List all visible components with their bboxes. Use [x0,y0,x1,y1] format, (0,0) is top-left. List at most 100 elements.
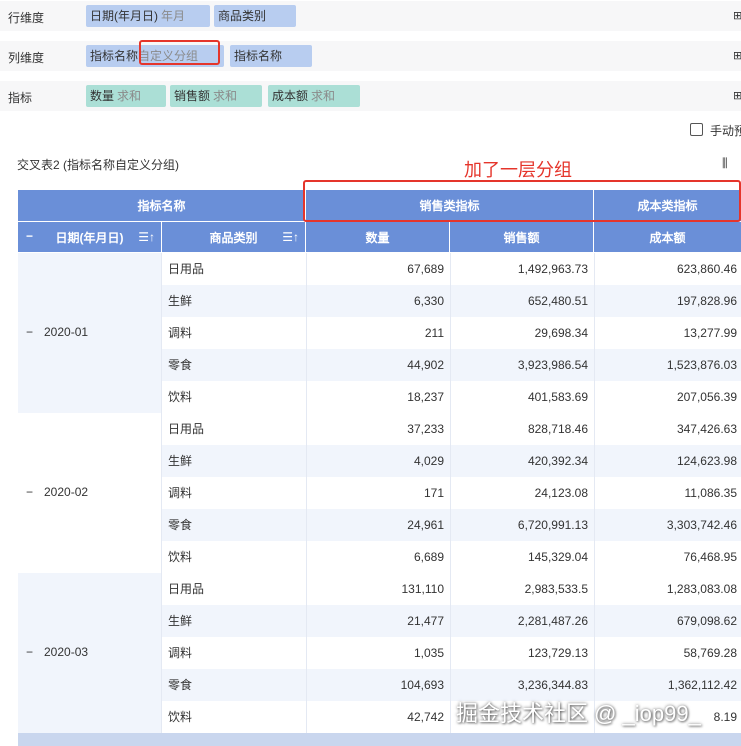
column-divider [594,381,595,413]
qty-cell: 104,693 [400,678,444,692]
qty-cell: 24,961 [407,518,444,532]
table-row[interactable]: 调料 171 24,123.08 11,086.35 [162,477,741,509]
table-menu-icon[interactable]: ⫼ [722,156,727,171]
qty-cell: 42,742 [407,710,444,724]
table-row[interactable]: 生鲜 4,029 420,392.34 124,623.98 [162,445,741,477]
category-cell: 生鲜 [168,614,193,628]
sales-cell: 2,281,487.26 [517,614,588,628]
header-date[interactable]: − 日期(年月日) ☰↑ [18,222,162,253]
cost-cell: 76,468.95 [683,550,737,564]
sales-cell: 123,729.13 [527,646,588,660]
table-row[interactable]: 生鲜 6,330 652,480.51 197,828.96 [162,285,741,317]
column-divider [306,477,307,509]
column-divider [594,477,595,509]
column-divider [594,317,595,349]
column-divider [306,573,307,605]
date-group-label[interactable]: 2020-01 [44,325,88,339]
category-cell: 生鲜 [168,294,193,308]
sales-cell: 6,720,991.13 [517,518,588,532]
table-footer-bar [18,733,741,746]
sales-cell: 420,392.34 [527,454,588,468]
category-cell: 日用品 [168,422,205,436]
table-row[interactable]: 饮料 6,689 145,329.04 76,468.95 [162,541,741,573]
table-row[interactable]: 日用品 67,689 1,492,963.73 623,860.46 [162,253,741,285]
column-dimension-bar: 列维度 指标名称自定义分组 指标名称 ⊞ [0,41,741,71]
table-row[interactable]: 日用品 37,233 828,718.46 347,426.63 [162,413,741,445]
row-dim-edge-icon[interactable]: ⊞ [733,9,741,22]
table-row[interactable]: 饮料 18,237 401,583.69 207,056.39 [162,381,741,413]
cost-cell: 679,098.62 [676,614,737,628]
indicator-pill-sales[interactable]: 销售额 求和 [170,85,262,107]
qty-cell: 211 [424,326,444,340]
column-divider [306,349,307,381]
column-divider [450,701,451,733]
cost-cell: 11,086.35 [684,486,738,500]
sort-icon[interactable]: ☰↑ [282,230,299,244]
cost-cell: 58,769.28 [683,646,737,660]
column-divider [450,445,451,477]
sales-cell: 828,718.46 [527,422,588,436]
table-title: 交叉表2 (指标名称自定义分组) [17,158,180,172]
table-row[interactable]: 日用品 131,110 2,983,533.5 1,283,083.08 [162,573,741,605]
table-row[interactable]: 调料 1,035 123,729.13 58,769.28 [162,637,741,669]
column-divider [594,413,595,445]
column-divider [306,317,307,349]
collapse-icon[interactable]: − [26,645,33,659]
category-cell: 调料 [168,646,193,660]
table-row[interactable]: 零食 24,961 6,720,991.13 3,303,742.46 [162,509,741,541]
cost-cell: 3,303,742.46 [666,518,737,532]
indicator-pill-cost[interactable]: 成本额 求和 [268,85,360,107]
header-qty[interactable]: 数量 [306,222,450,253]
column-divider [450,349,451,381]
table-row[interactable]: 零食 44,902 3,923,986.54 1,523,876.03 [162,349,741,381]
header-sales[interactable]: 销售额 [450,222,594,253]
annotation-highlight-group-header [303,180,741,222]
manual-preview-checkbox[interactable] [690,123,703,136]
cost-cell: 1,523,876.03 [666,358,737,372]
date-group: − 2020-03 [18,573,162,733]
table-row[interactable]: 调料 211 29,698.34 13,277.99 [162,317,741,349]
cost-cell: 1,283,083.08 [666,582,737,596]
cost-cell: 197,828.96 [676,294,737,308]
col-dim-pill-metric-name[interactable]: 指标名称 [230,45,312,67]
column-divider [306,285,307,317]
column-divider [594,573,595,605]
header-category[interactable]: 商品类别 ☰↑ [162,222,306,253]
col-dim-edge-icon[interactable]: ⊞ [733,49,741,62]
qty-cell: 18,237 [407,390,444,404]
qty-cell: 67,689 [407,262,444,276]
category-cell: 零食 [168,518,193,532]
qty-cell: 6,689 [413,550,444,564]
indicator-edge-icon[interactable]: ⊞ [733,89,741,102]
column-divider [450,605,451,637]
date-group: − 2020-01 [18,253,162,413]
category-cell: 日用品 [168,262,205,276]
column-divider [450,317,451,349]
qty-cell: 37,233 [407,422,444,436]
date-group-label[interactable]: 2020-03 [44,645,88,659]
row-dim-pill-category[interactable]: 商品类别 [214,5,296,27]
collapse-icon[interactable]: − [26,325,33,339]
collapse-all-icon[interactable]: − [26,229,33,243]
date-group-label[interactable]: 2020-02 [44,485,88,499]
column-divider [594,445,595,477]
category-cell: 零食 [168,678,193,692]
header-cost[interactable]: 成本额 [594,222,741,253]
column-divider [306,445,307,477]
cost-cell: 13,277.99 [683,326,737,340]
sort-icon[interactable]: ☰↑ [138,230,155,244]
row-dim-pill-date[interactable]: 日期(年月日) 年月 [86,5,210,27]
cost-cell: 623,860.46 [676,262,737,276]
column-divider [450,669,451,701]
indicator-pill-qty[interactable]: 数量 求和 [86,85,166,107]
collapse-icon[interactable]: − [26,485,33,499]
manual-preview-label: 手动预 [710,124,741,138]
category-cell: 日用品 [168,582,205,596]
category-cell: 生鲜 [168,454,193,468]
column-divider [594,541,595,573]
indicator-bar: 指标 数量 求和 销售额 求和 成本额 求和 ⊞ [0,81,741,111]
table-row[interactable]: 生鲜 21,477 2,281,487.26 679,098.62 [162,605,741,637]
column-divider [594,285,595,317]
annotation-highlight-custom-group [139,40,220,65]
column-divider [306,701,307,733]
